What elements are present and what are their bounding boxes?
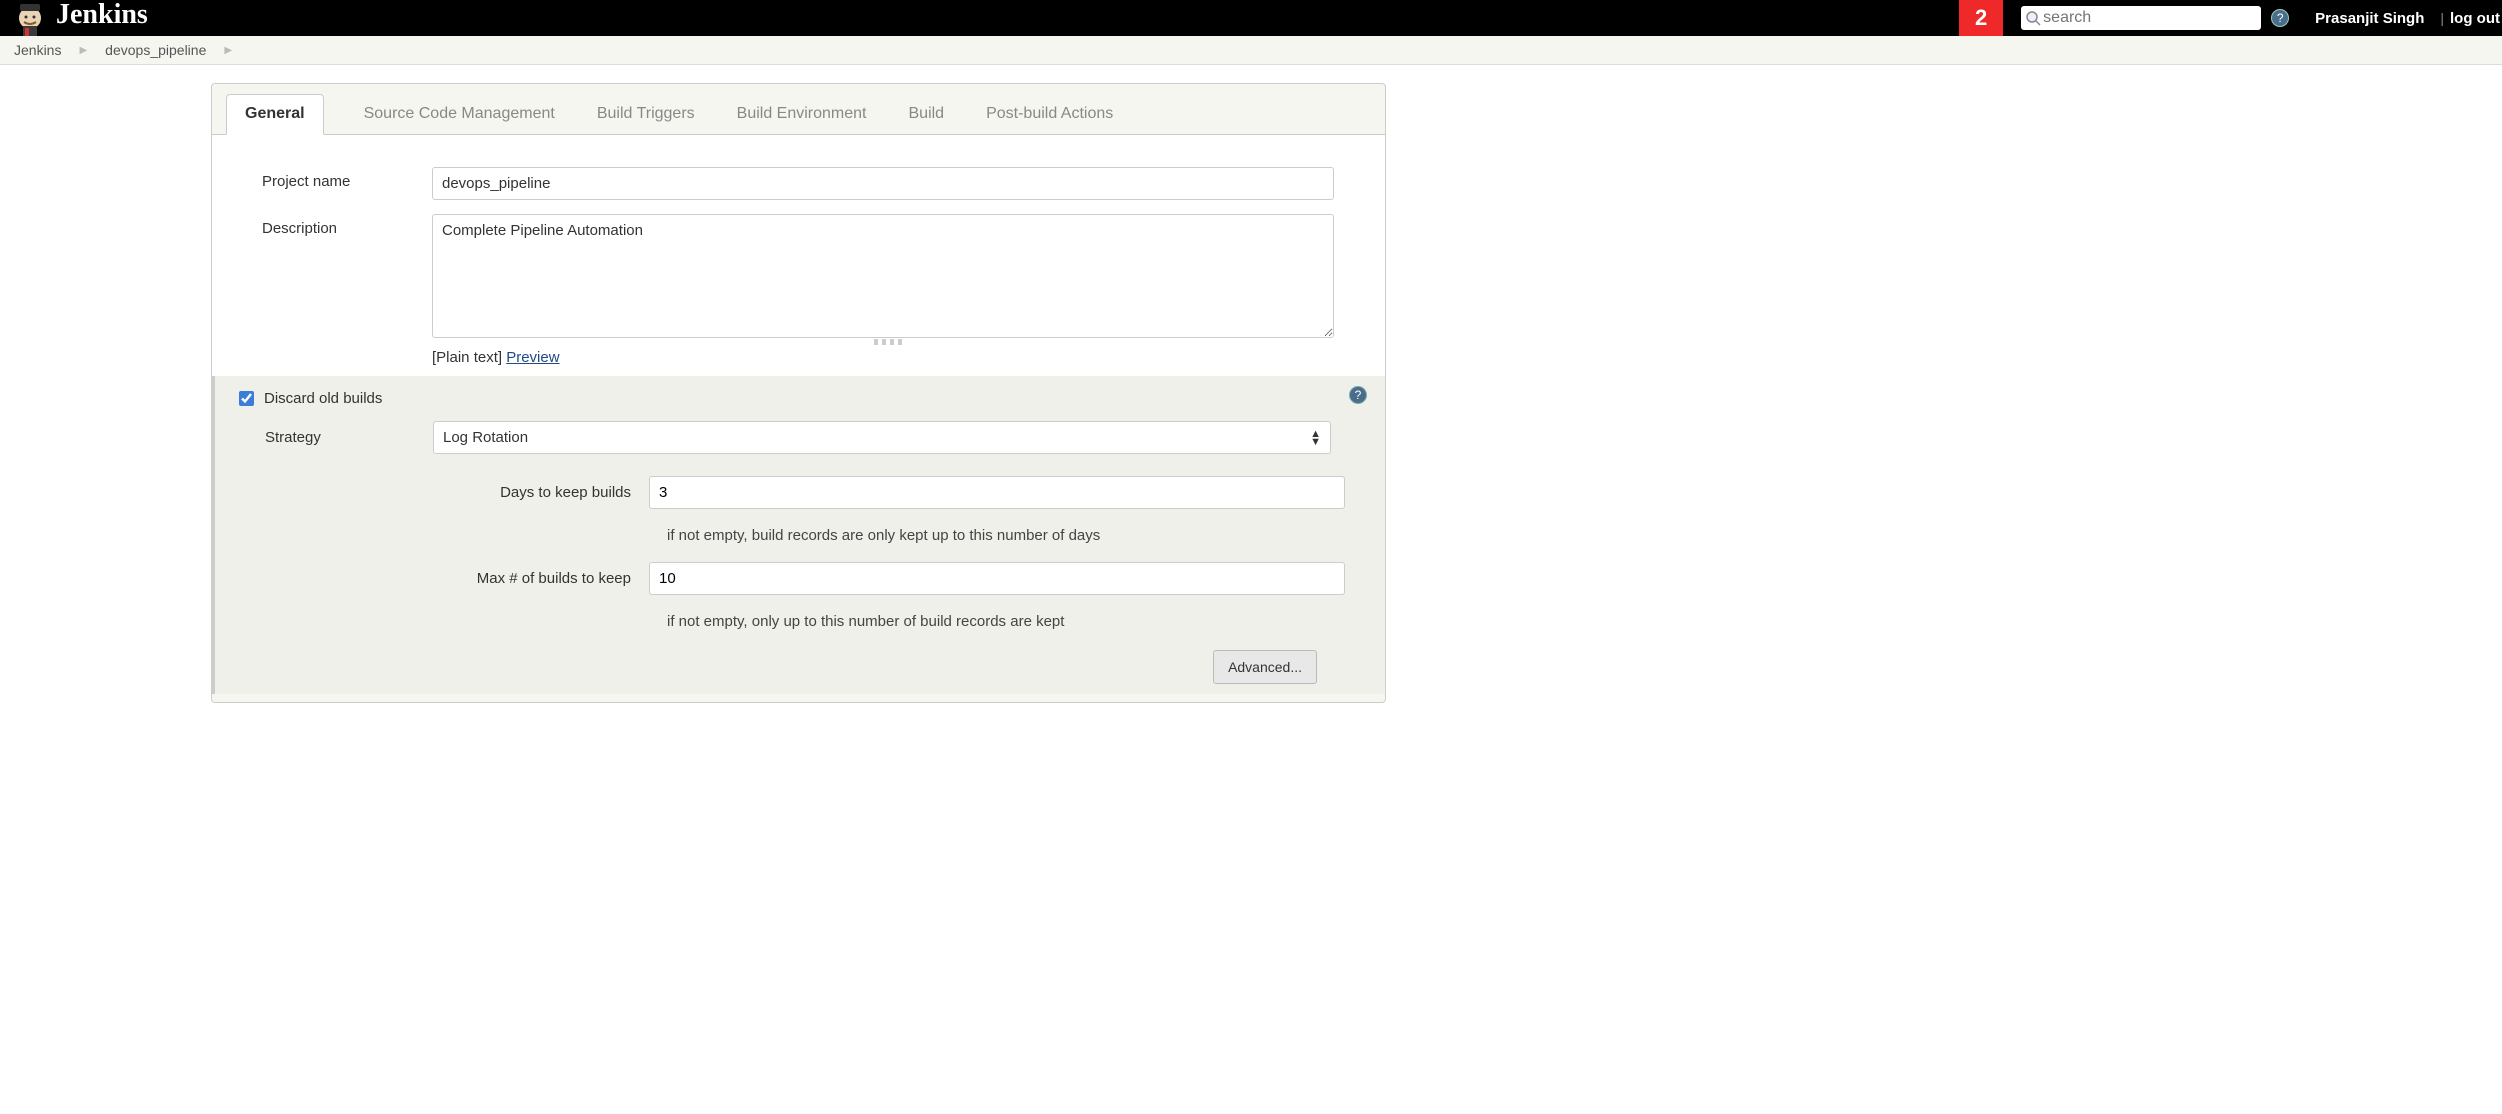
tab-build-env[interactable]: Build Environment [735, 95, 869, 134]
row-max: Max # of builds to keep [433, 558, 1345, 599]
days-input[interactable] [649, 476, 1345, 509]
logo[interactable]: Jenkins [0, 0, 148, 36]
tab-scm[interactable]: Source Code Management [362, 95, 557, 134]
label-description: Description [262, 214, 432, 237]
row-project-name: Project name [212, 163, 1385, 210]
breadcrumb-item-root[interactable]: Jenkins [14, 42, 61, 58]
label-days: Days to keep builds [433, 484, 649, 501]
chevron-right-icon: ▶ [224, 45, 232, 56]
row-discard: Discard old builds [229, 386, 1345, 411]
notification-badge[interactable]: 2 [1959, 0, 2003, 36]
row-days: Days to keep builds [433, 472, 1345, 513]
strategy-select[interactable]: Log Rotation [433, 421, 1331, 454]
strategy-sub-rows: Days to keep builds if not empty, build … [229, 464, 1345, 684]
discard-checkbox[interactable] [239, 391, 254, 406]
label-strategy: Strategy [265, 429, 433, 446]
tab-build-triggers[interactable]: Build Triggers [595, 95, 697, 134]
description-footer: [Plain text] Preview [432, 349, 1345, 366]
header-divider: | [2440, 10, 2444, 26]
header-right: 2 ? Prasanjit Singh | log out [1959, 0, 2502, 36]
breadcrumb: Jenkins ▶ devops_pipeline ▶ [0, 36, 2502, 65]
max-input[interactable] [649, 562, 1345, 595]
brand-name: Jenkins [56, 0, 148, 31]
row-description: Description [Plain text] Preview [212, 210, 1385, 376]
search-input[interactable] [2043, 9, 2243, 27]
hint-days: if not empty, build records are only kep… [433, 513, 1345, 558]
config-tabs: General Source Code Management Build Tri… [212, 84, 1385, 135]
tab-post-build[interactable]: Post-build Actions [984, 95, 1115, 134]
plain-text-label: [Plain text] [432, 349, 502, 366]
jenkins-mascot-icon [10, 0, 50, 36]
chevron-right-icon: ▶ [79, 45, 87, 56]
top-header: Jenkins 2 ? Prasanjit Singh | log out [0, 0, 2502, 36]
label-max: Max # of builds to keep [433, 570, 649, 587]
tab-general[interactable]: General [226, 94, 324, 135]
config-panel: General Source Code Management Build Tri… [211, 83, 1386, 703]
search-icon [2025, 10, 2041, 26]
search-box[interactable] [2021, 6, 2261, 30]
project-name-input[interactable] [432, 167, 1334, 200]
help-icon[interactable]: ? [1349, 386, 1367, 404]
resize-grip-icon[interactable] [874, 339, 904, 345]
discard-section: Discard old builds ? Strategy Log Rotati… [212, 376, 1385, 694]
form-area: Project name Description [Plain text] Pr… [212, 135, 1385, 694]
logout-link[interactable]: log out [2450, 10, 2500, 27]
breadcrumb-item-job[interactable]: devops_pipeline [105, 42, 206, 58]
tab-build[interactable]: Build [907, 95, 947, 134]
label-discard: Discard old builds [264, 390, 382, 407]
advanced-button[interactable]: Advanced... [1213, 650, 1317, 684]
help-icon[interactable]: ? [2271, 9, 2289, 27]
description-textarea[interactable] [432, 214, 1334, 338]
row-strategy: Strategy Log Rotation ▲▼ [229, 411, 1345, 464]
label-project-name: Project name [262, 167, 432, 190]
hint-max: if not empty, only up to this number of … [433, 599, 1345, 644]
username-link[interactable]: Prasanjit Singh [2315, 10, 2424, 27]
preview-link[interactable]: Preview [506, 349, 559, 366]
